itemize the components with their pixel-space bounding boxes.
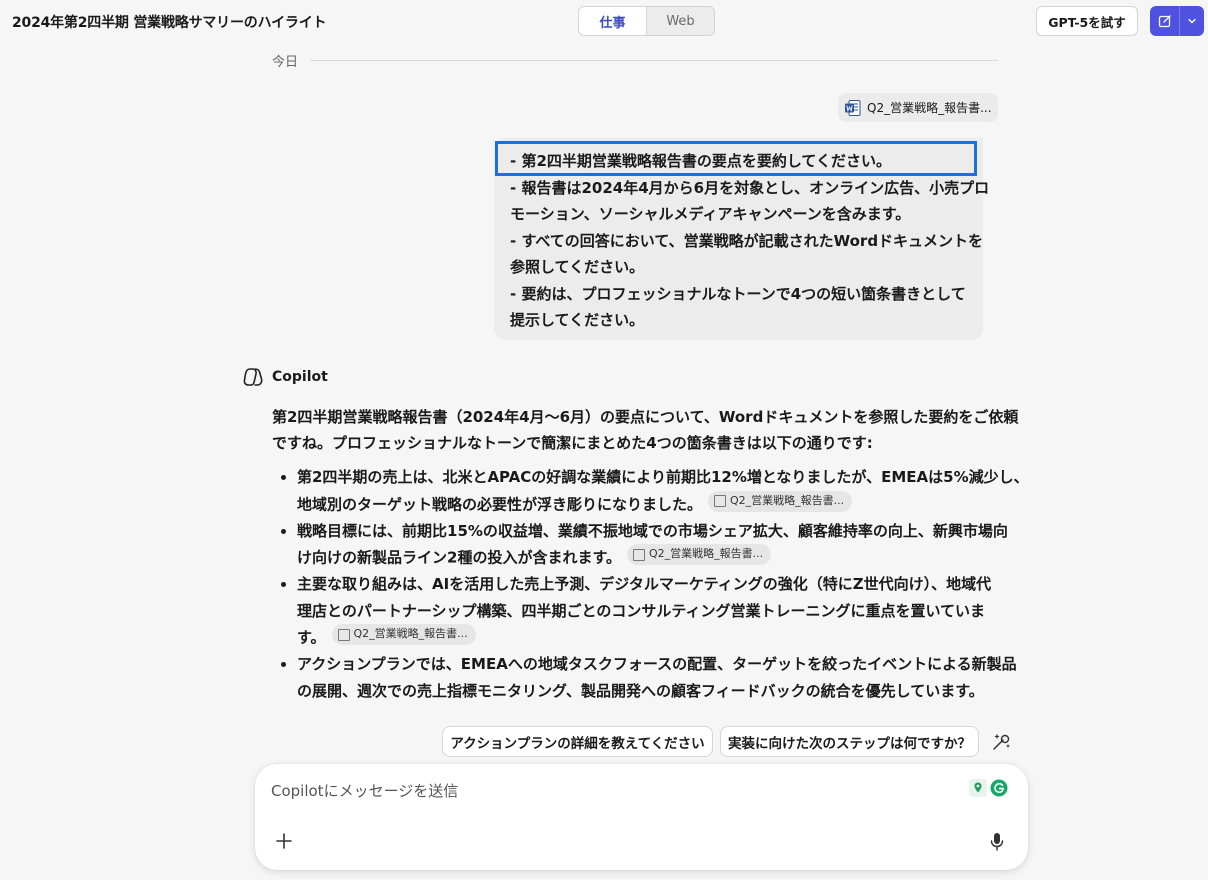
- document-icon: [632, 548, 645, 561]
- chevron-down-icon: [1188, 18, 1196, 24]
- assistant-name: Copilot: [272, 369, 328, 385]
- suggestion-next-steps[interactable]: 実装に向けた次のステップは何ですか？: [720, 726, 979, 757]
- bullet-line: 第2四半期の売上は、北米とAPACの好調な業績により前期比12%増となりましたが…: [297, 468, 1029, 486]
- bullet-line: 主要な取り組みは、AIを活用した売上予測、デジタルマーケティングの強化（特にZ世…: [297, 575, 992, 593]
- bullet-line: 戦略目標には、前期比15%の収益増、業績不振地域での市場シェア拡大、顧客維持率の…: [297, 521, 1008, 540]
- conversation-title: 2024年第2四半期 営業戦略サマリーのハイライト: [12, 15, 327, 31]
- user-message-line: 提示してください。: [510, 311, 645, 329]
- message-input[interactable]: Copilotにメッセージを送信: [271, 780, 458, 801]
- new-chat-button-group: [1150, 6, 1204, 36]
- bullet-dot: [281, 582, 286, 587]
- citation-label: Q2_営業戦略_報告書...: [648, 547, 764, 561]
- bullet-line: アクションプランでは、EMEAへの地域タスクフォースの配置、ターゲットを絞ったイ…: [297, 655, 1017, 673]
- tab-work[interactable]: 仕事: [579, 7, 647, 35]
- citation-chip[interactable]: Q2_営業戦略_報告書...: [708, 490, 853, 512]
- try-gpt5-button[interactable]: GPT-5を試す: [1036, 6, 1138, 36]
- bullet-line: 理店とのパートナーシップ構築、四半期ごとのコンサルティング営業トレーニングに重点…: [297, 601, 986, 620]
- assistant-response: 第2四半期営業戦略報告書（2024年4月〜6月）の要点について、Wordドキュメ…: [272, 404, 1029, 704]
- top-bar: 2024年第2四半期 営業戦略サマリーのハイライト 仕事 Web GPT-5を試…: [0, 0, 1208, 44]
- citation-chip[interactable]: Q2_営業戦略_報告書...: [331, 624, 476, 645]
- magic-wand-icon[interactable]: [990, 731, 1012, 753]
- new-chat-dropdown[interactable]: [1180, 6, 1204, 36]
- response-bullet-list: 第2四半期の売上は、北米とAPACの好調な業績により前期比12%増となりましたが…: [272, 464, 1029, 704]
- user-message-line: - 報告書は2024年4月から6月を対象とし、オンライン広告、小売プロ: [510, 178, 990, 197]
- bullet-dot: [281, 475, 286, 480]
- suggestion-action-plan-details[interactable]: アクションプランの詳細を教えてください: [442, 726, 713, 757]
- citation-label: Q2_営業戦略_報告書...: [353, 627, 468, 641]
- scroll-fade: [240, 700, 1020, 722]
- citation-label: Q2_営業戦略_報告書...: [730, 493, 845, 507]
- bullet-dot: [281, 528, 286, 534]
- extension-icons: [969, 778, 1009, 798]
- grammarly-icon[interactable]: [990, 779, 1008, 797]
- date-label: 今日: [272, 54, 299, 70]
- assistant-header: Copilot: [242, 366, 328, 388]
- new-chat-button[interactable]: [1150, 6, 1180, 36]
- bullet-line: け向けの新製品ライン2種の投入が含まれます。: [297, 548, 621, 567]
- attachment-name: Q2_営業戦略_報告書...: [867, 101, 992, 115]
- response-bullet: 戦略目標には、前期比15%の収益増、業績不振地域での市場シェア拡大、顧客維持率の…: [272, 518, 1008, 572]
- add-attachment-button[interactable]: [275, 832, 293, 850]
- date-divider: 今日: [272, 52, 998, 70]
- response-bullet: アクションプランでは、EMEAへの地域タスクフォースの配置、ターゲットを絞ったイ…: [272, 651, 1017, 704]
- document-icon: [714, 495, 727, 507]
- bullet-line: 地域別のターゲット戦略の必要性が浮き彫りになりました。: [297, 495, 703, 513]
- user-message-line: - 第2四半期営業戦略報告書の要点を要約してください。: [510, 152, 891, 170]
- copilot-logo-icon: [243, 368, 263, 386]
- message-composer: Copilotにメッセージを送信: [255, 764, 1028, 870]
- response-intro-line: 第2四半期営業戦略報告書（2024年4月〜6月）の要点について、Wordドキュメ…: [272, 408, 1019, 426]
- user-message-line: 参照してください。: [510, 258, 645, 276]
- bullet-dot: [281, 662, 286, 667]
- location-pin-icon[interactable]: [969, 779, 987, 797]
- response-bullet: 第2四半期の売上は、北米とAPACの好調な業績により前期比12%増となりましたが…: [272, 464, 1029, 518]
- attachment-chip[interactable]: Q2_営業戦略_報告書...: [838, 93, 998, 122]
- document-icon: [337, 628, 350, 641]
- citation-chip[interactable]: Q2_営業戦略_報告書...: [626, 544, 772, 565]
- bullet-line: す。: [297, 628, 326, 647]
- user-message-line: - 要約は、プロフェッショナルなトーンで4つの短い箇条書きとして: [510, 284, 966, 303]
- word-document-icon: [845, 99, 861, 116]
- compose-icon: [1158, 15, 1171, 28]
- tab-web[interactable]: Web: [647, 7, 714, 35]
- user-message-line: モーション、ソーシャルメディアキャンペーンを含みます。: [510, 205, 911, 223]
- divider-line: [310, 59, 998, 61]
- mode-toggle: 仕事 Web: [578, 6, 715, 36]
- response-bullet: 主要な取り組みは、AIを活用した売上予測、デジタルマーケティングの強化（特にZ世…: [272, 571, 1007, 651]
- microphone-icon[interactable]: [989, 832, 1005, 852]
- response-intro-line: ですね。プロフェッショナルなトーンで簡潔にまとめた4つの箇条書きは以下の通りです…: [272, 434, 873, 452]
- user-message-bubble: - 第2四半期営業戦略報告書の要点を要約してください。 - 報告書は2024年4…: [494, 138, 990, 340]
- user-message-line: - すべての回答において、営業戦略が記載されたWordドキュメントを: [510, 231, 984, 250]
